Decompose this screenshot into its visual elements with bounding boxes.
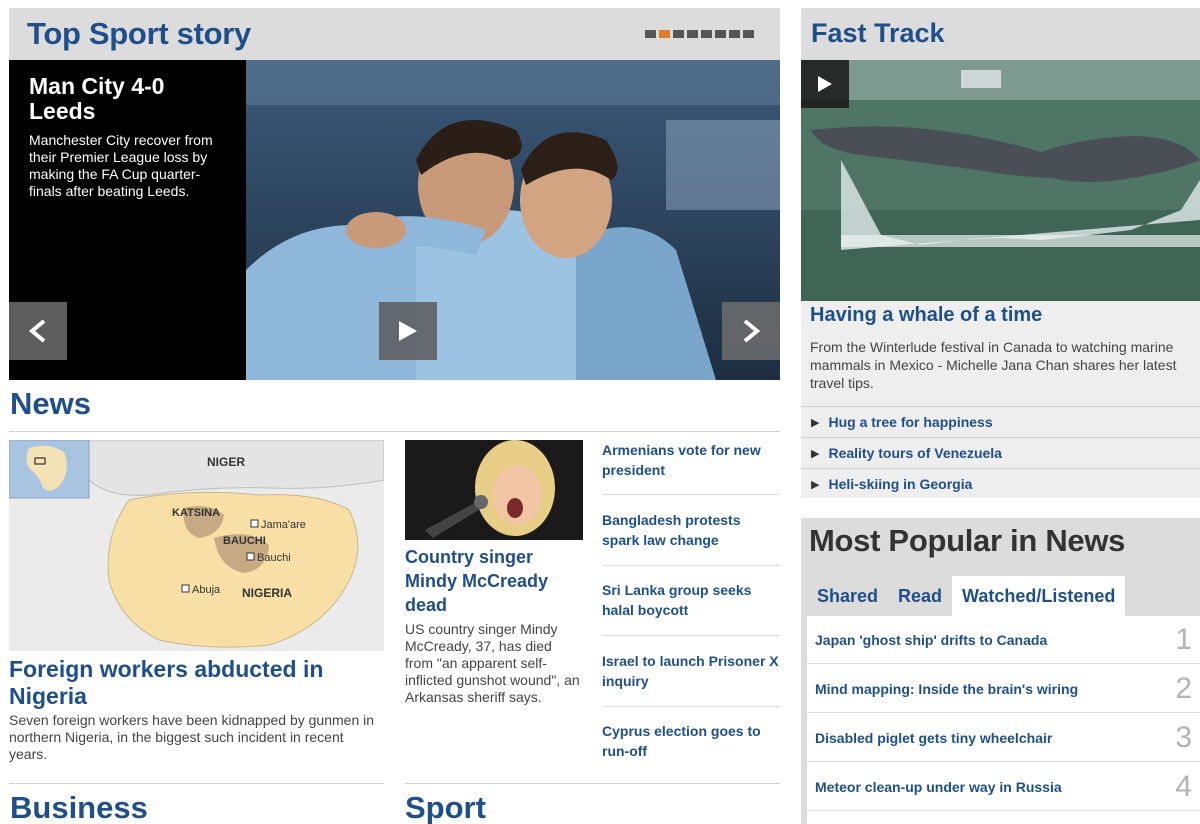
map-label-niger: NIGER	[207, 455, 245, 469]
footballers-photo	[246, 60, 780, 380]
triangle-right-icon: ▶	[811, 447, 820, 460]
most-popular-item[interactable]: Mind mapping: Inside the brain's wiring …	[807, 665, 1200, 713]
triangle-right-icon: ▶	[811, 416, 820, 429]
story-photo[interactable]	[246, 60, 780, 380]
nigeria-map[interactable]: NIGER KATSINA Jama'are BAUCHI Bauchi Abu…	[9, 440, 384, 651]
triangle-right-icon: ▶	[811, 478, 820, 491]
most-popular-item[interactable]: Disabled piglet gets tiny wheelchair 3	[807, 714, 1200, 762]
map-label-nigeria: NIGERIA	[242, 586, 292, 600]
fast-track-header: Fast Track	[801, 8, 1200, 60]
business-divider	[9, 783, 384, 784]
most-popular-item-title: Disabled piglet gets tiny wheelchair	[815, 729, 1053, 746]
most-popular-item[interactable]: Japan 'ghost ship' drifts to Canada 1	[807, 616, 1200, 664]
story-summary: Manchester City recover from their Premi…	[29, 132, 213, 199]
fast-track-link-label: Hug a tree for happiness	[828, 414, 993, 430]
lead-news-title[interactable]: Foreign workers abducted in Nigeria	[9, 656, 384, 710]
singer-photo[interactable]	[405, 440, 583, 540]
fast-track-heading[interactable]: Fast Track	[811, 18, 945, 49]
headline-divider	[602, 706, 780, 707]
play-video-button[interactable]	[379, 302, 437, 360]
map-label-bauchi-state: BAUCHI	[223, 535, 266, 547]
previous-story-button[interactable]	[9, 302, 67, 360]
headline-link[interactable]: Sri Lanka group seeks halal boycott	[602, 580, 780, 620]
mid-news-title[interactable]: Country singer Mindy McCready dead	[405, 545, 583, 617]
fast-track-summary: From the Winterlude festival in Canada t…	[810, 339, 1177, 391]
most-popular-item-title: Japan 'ghost ship' drifts to Canada	[815, 631, 1048, 648]
tab-read[interactable]: Read	[888, 576, 952, 616]
whale-image	[801, 60, 1200, 301]
story-title[interactable]: Man City 4-0 Leeds	[29, 74, 226, 124]
fast-track-title[interactable]: Having a whale of a time	[810, 304, 1042, 327]
most-popular-item-title: Mind mapping: Inside the brain's wiring	[815, 680, 1079, 697]
headline-link[interactable]: Israel to launch Prisoner X inquiry	[602, 651, 780, 691]
play-icon	[399, 321, 417, 341]
fast-track-play-button[interactable]	[801, 60, 849, 108]
map-label-bauchi-city: Bauchi	[257, 552, 291, 564]
map-label-jamaare: Jama'are	[261, 519, 306, 531]
map-graphic: NIGER KATSINA Jama'are BAUCHI Bauchi Abu…	[9, 440, 384, 651]
carousel-indicator	[645, 30, 754, 38]
most-popular-module: Most Popular in News Shared Read Watched…	[801, 518, 1200, 824]
fast-track-module: Fast Track Having a whale of a time From…	[801, 8, 1200, 498]
sport-heading[interactable]: Sport	[405, 790, 486, 824]
top-sport-header: Top Sport story	[9, 8, 780, 60]
fast-track-link-label: Heli-skiing in Georgia	[828, 476, 973, 492]
most-popular-item-rank: 1	[1175, 622, 1192, 656]
carousel-dot-active[interactable]	[659, 30, 670, 38]
fast-track-link[interactable]: ▶ Reality tours of Venezuela	[801, 437, 1200, 468]
most-popular-item-rank: 3	[1175, 720, 1192, 754]
news-divider	[9, 431, 780, 432]
most-popular-item-title: Meteor clean-up under way in Russia	[815, 778, 1062, 795]
sport-divider	[405, 783, 780, 784]
carousel-dot[interactable]	[715, 30, 726, 38]
play-icon	[818, 76, 832, 92]
singer-image	[405, 440, 583, 540]
carousel-dot[interactable]	[701, 30, 712, 38]
most-popular-item-rank: 4	[1175, 769, 1192, 803]
carousel-dot[interactable]	[729, 30, 740, 38]
tab-shared[interactable]: Shared	[807, 576, 888, 616]
carousel-dot[interactable]	[687, 30, 698, 38]
fast-track-link-label: Reality tours of Venezuela	[828, 445, 1002, 461]
most-popular-item-rank: 2	[1175, 671, 1192, 705]
most-popular-heading: Most Popular in News	[809, 523, 1126, 558]
chevron-right-icon	[743, 319, 761, 343]
business-heading[interactable]: Business	[10, 790, 148, 824]
lead-news-summary: Seven foreign workers have been kidnappe…	[9, 712, 375, 762]
map-label-abuja: Abuja	[192, 584, 221, 596]
whale-photo[interactable]	[801, 60, 1200, 301]
headline-divider	[602, 494, 780, 495]
fast-track-link[interactable]: ▶ Heli-skiing in Georgia	[801, 468, 1200, 499]
next-story-button[interactable]	[722, 302, 780, 360]
carousel-dot[interactable]	[743, 30, 754, 38]
fast-track-link[interactable]: ▶ Hug a tree for happiness	[801, 406, 1200, 437]
headline-link[interactable]: Cyprus election goes to run-off	[602, 721, 780, 761]
headline-link[interactable]: Armenians vote for new president	[602, 440, 780, 480]
headline-link[interactable]: Bangladesh protests spark law change	[602, 510, 780, 550]
top-sport-heading: Top Sport story	[27, 16, 251, 51]
most-popular-list: Japan 'ghost ship' drifts to Canada 1 Mi…	[807, 616, 1200, 824]
carousel-dot[interactable]	[673, 30, 684, 38]
tab-watched-listened[interactable]: Watched/Listened	[952, 576, 1126, 616]
headline-divider	[602, 635, 780, 636]
mid-news-summary: US country singer Mindy McCready, 37, ha…	[405, 621, 580, 705]
news-headline-list: Armenians vote for new president Banglad…	[602, 440, 780, 770]
top-sport-story-module: Top Sport story Man City 4-0 Leeds Manch…	[9, 8, 780, 380]
map-label-katsina: KATSINA	[172, 507, 220, 519]
carousel-dot[interactable]	[645, 30, 656, 38]
most-popular-item[interactable]: Meteor clean-up under way in Russia 4	[807, 763, 1200, 811]
headline-divider	[602, 565, 780, 566]
news-heading[interactable]: News	[10, 386, 91, 422]
most-popular-tabs: Shared Read Watched/Listened	[807, 576, 1126, 616]
chevron-left-icon	[28, 319, 46, 343]
